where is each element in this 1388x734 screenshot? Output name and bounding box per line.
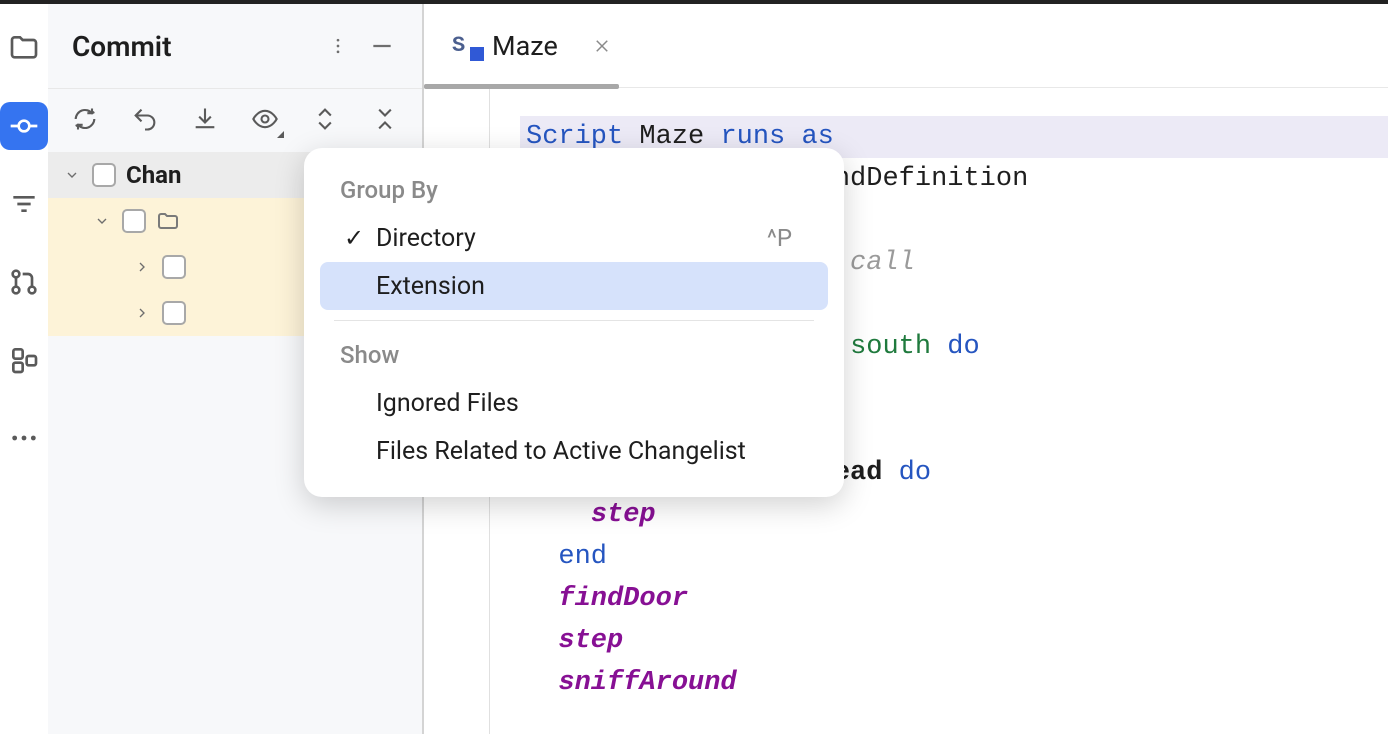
collapse-all-button[interactable] — [368, 102, 402, 136]
folder-icon — [8, 32, 40, 64]
node-checkbox[interactable] — [162, 255, 186, 279]
chevron-down-icon[interactable] — [62, 165, 82, 185]
chevron-down-icon[interactable] — [92, 211, 112, 231]
check-icon: ✓ — [340, 224, 368, 252]
commit-icon — [8, 110, 40, 142]
filter-tool-button[interactable] — [0, 180, 48, 228]
commit-panel: Commit Chan — [48, 4, 424, 734]
pull-request-tool-button[interactable] — [0, 258, 48, 306]
panel-menu-button[interactable] — [322, 30, 354, 62]
shelve-button[interactable] — [188, 102, 222, 136]
file-type-icon — [452, 33, 478, 59]
popup-item-label: Ignored Files — [376, 389, 792, 418]
pullrequest-icon — [8, 266, 40, 298]
collapse-icon — [371, 105, 399, 133]
download-icon — [191, 105, 219, 133]
expand-all-button[interactable] — [308, 102, 342, 136]
popup-item-label: Directory — [376, 224, 767, 253]
popup-item-shortcut: ^P — [767, 224, 792, 252]
filter-icon — [8, 188, 40, 220]
undo-icon — [131, 105, 159, 133]
group-by-extension-item[interactable]: Extension — [320, 262, 828, 310]
project-tool-button[interactable] — [0, 24, 48, 72]
folder-icon — [156, 209, 180, 233]
commit-header: Commit — [48, 4, 422, 88]
commit-panel-title: Commit — [72, 30, 310, 63]
show-ignored-files-item[interactable]: Ignored Files — [320, 379, 828, 427]
view-options-button[interactable] — [248, 102, 282, 136]
refresh-icon — [71, 105, 99, 133]
popup-divider — [334, 320, 814, 321]
editor-tab-bar: Maze — [424, 4, 1388, 88]
node-checkbox[interactable] — [162, 301, 186, 325]
changelist-checkbox[interactable] — [92, 163, 116, 187]
view-options-popup: Group By ✓ Directory ^P Extension Show I… — [304, 148, 844, 497]
editor-tab-label[interactable]: Maze — [492, 30, 558, 62]
folder-checkbox[interactable] — [122, 209, 146, 233]
panel-minimize-button[interactable] — [366, 30, 398, 62]
structure-icon — [8, 344, 40, 376]
eye-icon — [251, 105, 279, 133]
group-by-directory-item[interactable]: ✓ Directory ^P — [320, 214, 828, 262]
tab-close-button[interactable] — [590, 34, 614, 58]
more-tool-button[interactable] — [0, 414, 48, 462]
tab-underline — [424, 84, 619, 89]
refresh-button[interactable] — [68, 102, 102, 136]
chevron-right-icon[interactable] — [132, 257, 152, 277]
commit-tool-button[interactable] — [0, 102, 48, 150]
popup-section-label: Show — [304, 331, 844, 379]
show-files-related-item[interactable]: Files Related to Active Changelist — [320, 427, 828, 475]
more-icon — [8, 422, 40, 454]
changelist-label: Chan — [126, 161, 181, 189]
close-icon — [593, 37, 611, 55]
kebab-icon — [328, 36, 348, 56]
expand-icon — [311, 105, 339, 133]
activity-bar — [0, 4, 48, 734]
commit-toolbar — [48, 88, 422, 148]
popup-section-label: Group By — [304, 166, 844, 214]
chevron-right-icon[interactable] — [132, 303, 152, 323]
rollback-button[interactable] — [128, 102, 162, 136]
popup-item-label: Extension — [376, 272, 792, 301]
popup-item-label: Files Related to Active Changelist — [376, 437, 792, 466]
minimize-icon — [369, 33, 395, 59]
structure-tool-button[interactable] — [0, 336, 48, 384]
